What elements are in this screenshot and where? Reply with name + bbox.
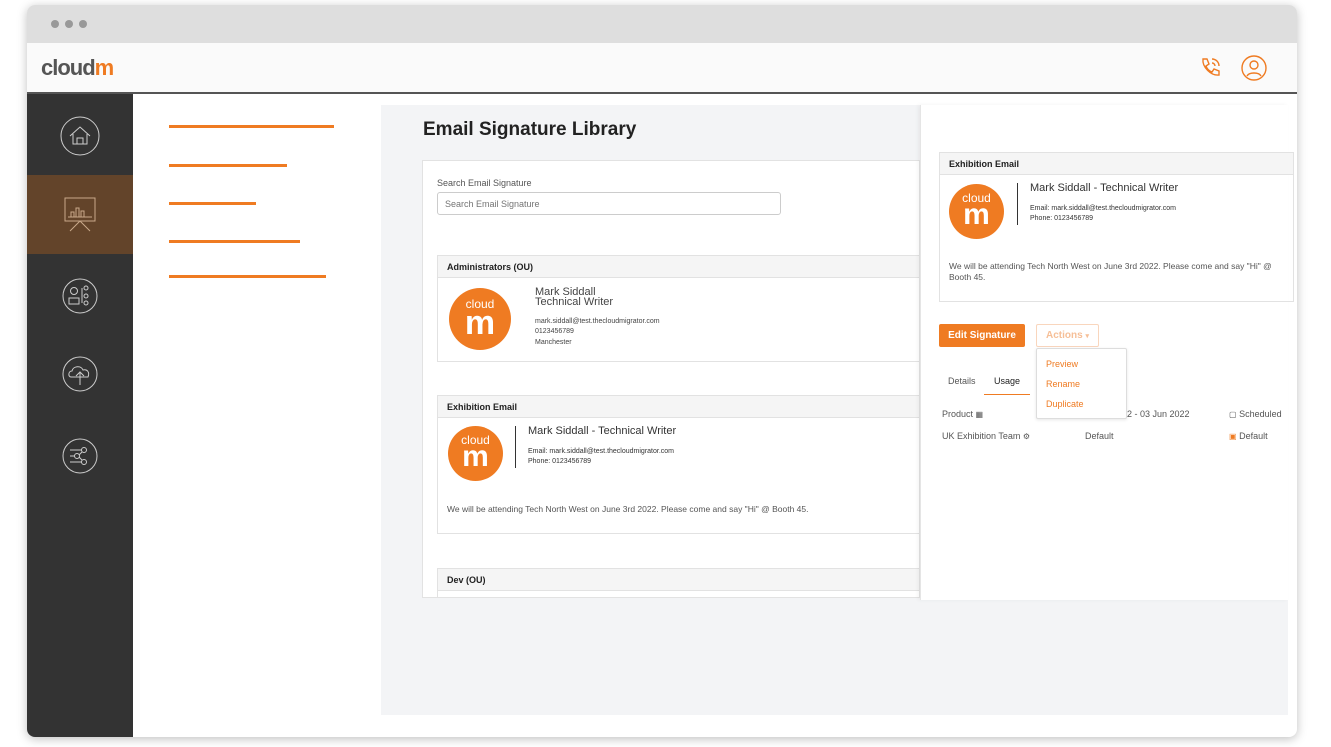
home-icon xyxy=(60,116,100,155)
actions-label: Actions xyxy=(1046,330,1083,341)
title-bar xyxy=(27,5,1297,43)
group-settings-icon: ⚙ xyxy=(1022,432,1031,441)
page-title: Email Signature Library xyxy=(423,119,637,140)
avatar: cloud m xyxy=(448,426,503,481)
signature-phone: Phone: 0123456789 xyxy=(528,458,592,465)
submenu-item[interactable] xyxy=(169,275,326,278)
signature-group-title: Exhibition Email xyxy=(438,396,919,418)
window-dot xyxy=(51,20,59,28)
preview-note: We will be attending Tech North West on … xyxy=(949,261,1272,282)
logo-text: cloud xyxy=(41,55,96,80)
building-icon: ▦ xyxy=(975,410,984,419)
window-dot xyxy=(65,20,73,28)
users-network-icon xyxy=(62,278,98,313)
presentation-chart-icon xyxy=(64,197,96,231)
user-icon[interactable] xyxy=(1241,55,1267,81)
submenu-item[interactable] xyxy=(169,164,287,167)
preview-title: Exhibition Email xyxy=(940,153,1293,175)
signature-email: mark.siddall@test.thecloudmigrator.com xyxy=(535,318,660,325)
logo[interactable]: cloudm xyxy=(41,55,115,81)
usage-status: ▣ Default xyxy=(1229,431,1268,441)
search-label: Search Email Signature xyxy=(437,178,532,188)
app-window: cloudm Email Signature Library Search Em… xyxy=(27,5,1297,737)
signature-item[interactable]: Dev (OU) xyxy=(437,568,919,597)
sidebar-item-integrations[interactable] xyxy=(27,416,133,495)
usage-status: ▢ Scheduled xyxy=(1229,409,1282,419)
sidebar-item-users[interactable] xyxy=(27,256,133,335)
signature-preview: Exhibition Email cloud m Mark Siddall - T… xyxy=(939,152,1294,302)
submenu-item[interactable] xyxy=(169,125,334,128)
avatar: cloud m xyxy=(949,184,1004,239)
usage-name: Product ▦ xyxy=(942,409,984,419)
signature-phone: 0123456789 xyxy=(535,328,574,335)
share-nodes-icon xyxy=(62,438,98,473)
actions-menu: Preview Rename Duplicate xyxy=(1036,348,1127,419)
preview-title-line: Mark Siddall - Technical Writer xyxy=(1030,182,1179,194)
signature-item[interactable]: Exhibition Email cloud m Mark Siddall - T… xyxy=(437,395,919,534)
usage-name: UK Exhibition Team ⚙ xyxy=(942,431,1031,441)
signature-item[interactable]: Administrators (OU) cloud m Mark Siddall … xyxy=(437,255,919,362)
logo-accent: m xyxy=(94,55,115,80)
sidebar-item-home[interactable] xyxy=(27,96,133,175)
caret-down-icon: ▾ xyxy=(1085,333,1089,340)
divider xyxy=(515,426,516,468)
menu-item-preview[interactable]: Preview xyxy=(1046,359,1078,369)
menu-item-rename[interactable]: Rename xyxy=(1046,379,1080,389)
preview-phone: Phone: 0123456789 xyxy=(1030,215,1094,222)
avatar: cloud m xyxy=(449,288,511,350)
usage-range: Default xyxy=(1085,431,1114,441)
edit-signature-button[interactable]: Edit Signature xyxy=(939,324,1025,347)
preview-email: Email: mark.siddall@test.thecloudmigrato… xyxy=(1030,205,1176,212)
app-header: cloudm xyxy=(27,43,1297,94)
calendar-check-icon: ▣ xyxy=(1229,432,1237,441)
phone-icon[interactable] xyxy=(1197,55,1223,81)
submenu xyxy=(133,94,381,737)
window-dot xyxy=(79,20,87,28)
signature-email: Email: mark.siddall@test.thecloudmigrato… xyxy=(528,448,674,455)
signature-list-card: Search Email Signature Administrators (O… xyxy=(422,160,920,598)
signature-city: Manchester xyxy=(535,339,572,346)
signature-group-title: Dev (OU) xyxy=(438,569,919,591)
sidebar-item-signatures[interactable] xyxy=(27,175,133,254)
signature-note: We will be attending Tech North West on … xyxy=(447,504,809,514)
usage-range: 022 - 03 Jun 2022 xyxy=(1117,409,1190,419)
divider xyxy=(1017,183,1018,225)
tab-usage[interactable]: Usage xyxy=(984,376,1031,395)
signature-title-line: Mark Siddall - Technical Writer xyxy=(528,425,677,437)
search-input[interactable] xyxy=(437,192,781,215)
calendar-icon: ▢ xyxy=(1229,410,1237,419)
menu-item-duplicate[interactable]: Duplicate xyxy=(1046,399,1084,409)
signature-role: Technical Writer xyxy=(535,296,614,308)
sidebar xyxy=(27,94,133,737)
submenu-item[interactable] xyxy=(169,240,300,243)
sidebar-item-migrate[interactable] xyxy=(27,334,133,413)
signature-group-title: Administrators (OU) xyxy=(438,256,919,278)
actions-dropdown-button[interactable]: Actions ▾ xyxy=(1036,324,1099,347)
signature-detail-panel: Exhibition Email cloud m Mark Siddall - T… xyxy=(920,105,1294,600)
cloud-upload-icon xyxy=(62,356,98,391)
submenu-item[interactable] xyxy=(169,202,256,205)
tab-details[interactable]: Details xyxy=(948,376,976,386)
main-content: Email Signature Library Search Email Sig… xyxy=(381,105,1294,715)
